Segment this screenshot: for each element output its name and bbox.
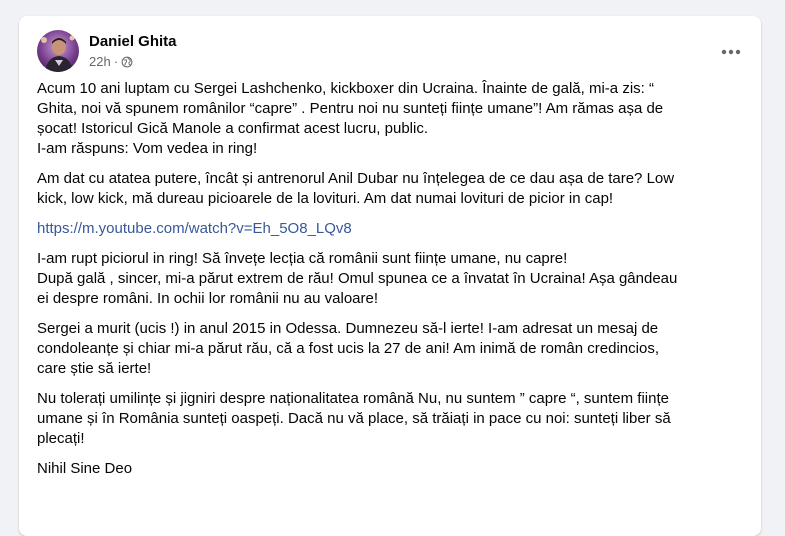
author-avatar[interactable] — [37, 30, 79, 72]
text-line: Nihil Sine Deo — [37, 460, 133, 477]
text-line: Acum 10 ani luptam cu Sergei Lashchenko,… — [37, 80, 654, 97]
post-card: Daniel Ghita 22h · Acum 10 ani luptam cu… — [19, 16, 761, 536]
meta-separator: · — [113, 54, 119, 69]
text-line: plecați! — [37, 430, 85, 447]
paragraph-5: Nu tolerați umilințe și jigniri despre n… — [37, 389, 743, 449]
text-line: I-am rupt piciorul in ring! Să învețe le… — [37, 250, 568, 267]
text-line: Sergei a murit (ucis !) in anul 2015 in … — [37, 320, 659, 337]
paragraph-link: https://m.youtube.com/watch?v=Eh_5O8_LQv… — [37, 219, 743, 239]
author-name[interactable]: Daniel Ghita — [89, 32, 177, 51]
text-line: care știe să ierte! — [37, 360, 152, 377]
text-line: Ghita, noi vă spunem românilor “capre” .… — [37, 100, 664, 117]
text-line: Nu tolerați umilințe și jigniri despre n… — [37, 390, 669, 407]
text-line: condoleanțe și chiar mi-a părut rău, că … — [37, 340, 659, 357]
text-line: Am dat cu atatea putere, încât și antren… — [37, 170, 675, 187]
text-line: kick, low kick, mă dureau picioarele de … — [37, 190, 614, 207]
text-line: I-am răspuns: Vom vedea in ring! — [37, 140, 258, 157]
paragraph-1: Acum 10 ani luptam cu Sergei Lashchenko,… — [37, 79, 743, 159]
text-line: ei despre români. In ochii lor românii n… — [37, 290, 379, 307]
youtube-link[interactable]: https://m.youtube.com/watch?v=Eh_5O8_LQv… — [37, 220, 352, 237]
text-line: După gală , sincer, mi-a părut extrem de… — [37, 270, 678, 287]
more-options-button[interactable] — [713, 34, 749, 70]
text-line: umane și în România sunteți oaspeți. Dac… — [37, 410, 671, 427]
paragraph-6: Nihil Sine Deo — [37, 459, 743, 479]
more-options-icon — [721, 49, 741, 55]
globe-icon[interactable] — [121, 56, 133, 68]
paragraph-3: I-am rupt piciorul in ring! Să învețe le… — [37, 249, 743, 309]
paragraph-4: Sergei a murit (ucis !) in anul 2015 in … — [37, 319, 743, 379]
author-block: Daniel Ghita 22h · — [89, 32, 177, 70]
post-body: Acum 10 ani luptam cu Sergei Lashchenko,… — [37, 79, 743, 489]
post-timestamp[interactable]: 22h — [89, 53, 111, 70]
post-header: Daniel Ghita 22h · — [37, 28, 177, 74]
avatar-image — [37, 30, 79, 72]
post-meta: 22h · — [89, 53, 177, 70]
paragraph-2: Am dat cu atatea putere, încât și antren… — [37, 169, 743, 209]
text-line: șocat! Istoricul Gică Manole a confirmat… — [37, 120, 428, 137]
